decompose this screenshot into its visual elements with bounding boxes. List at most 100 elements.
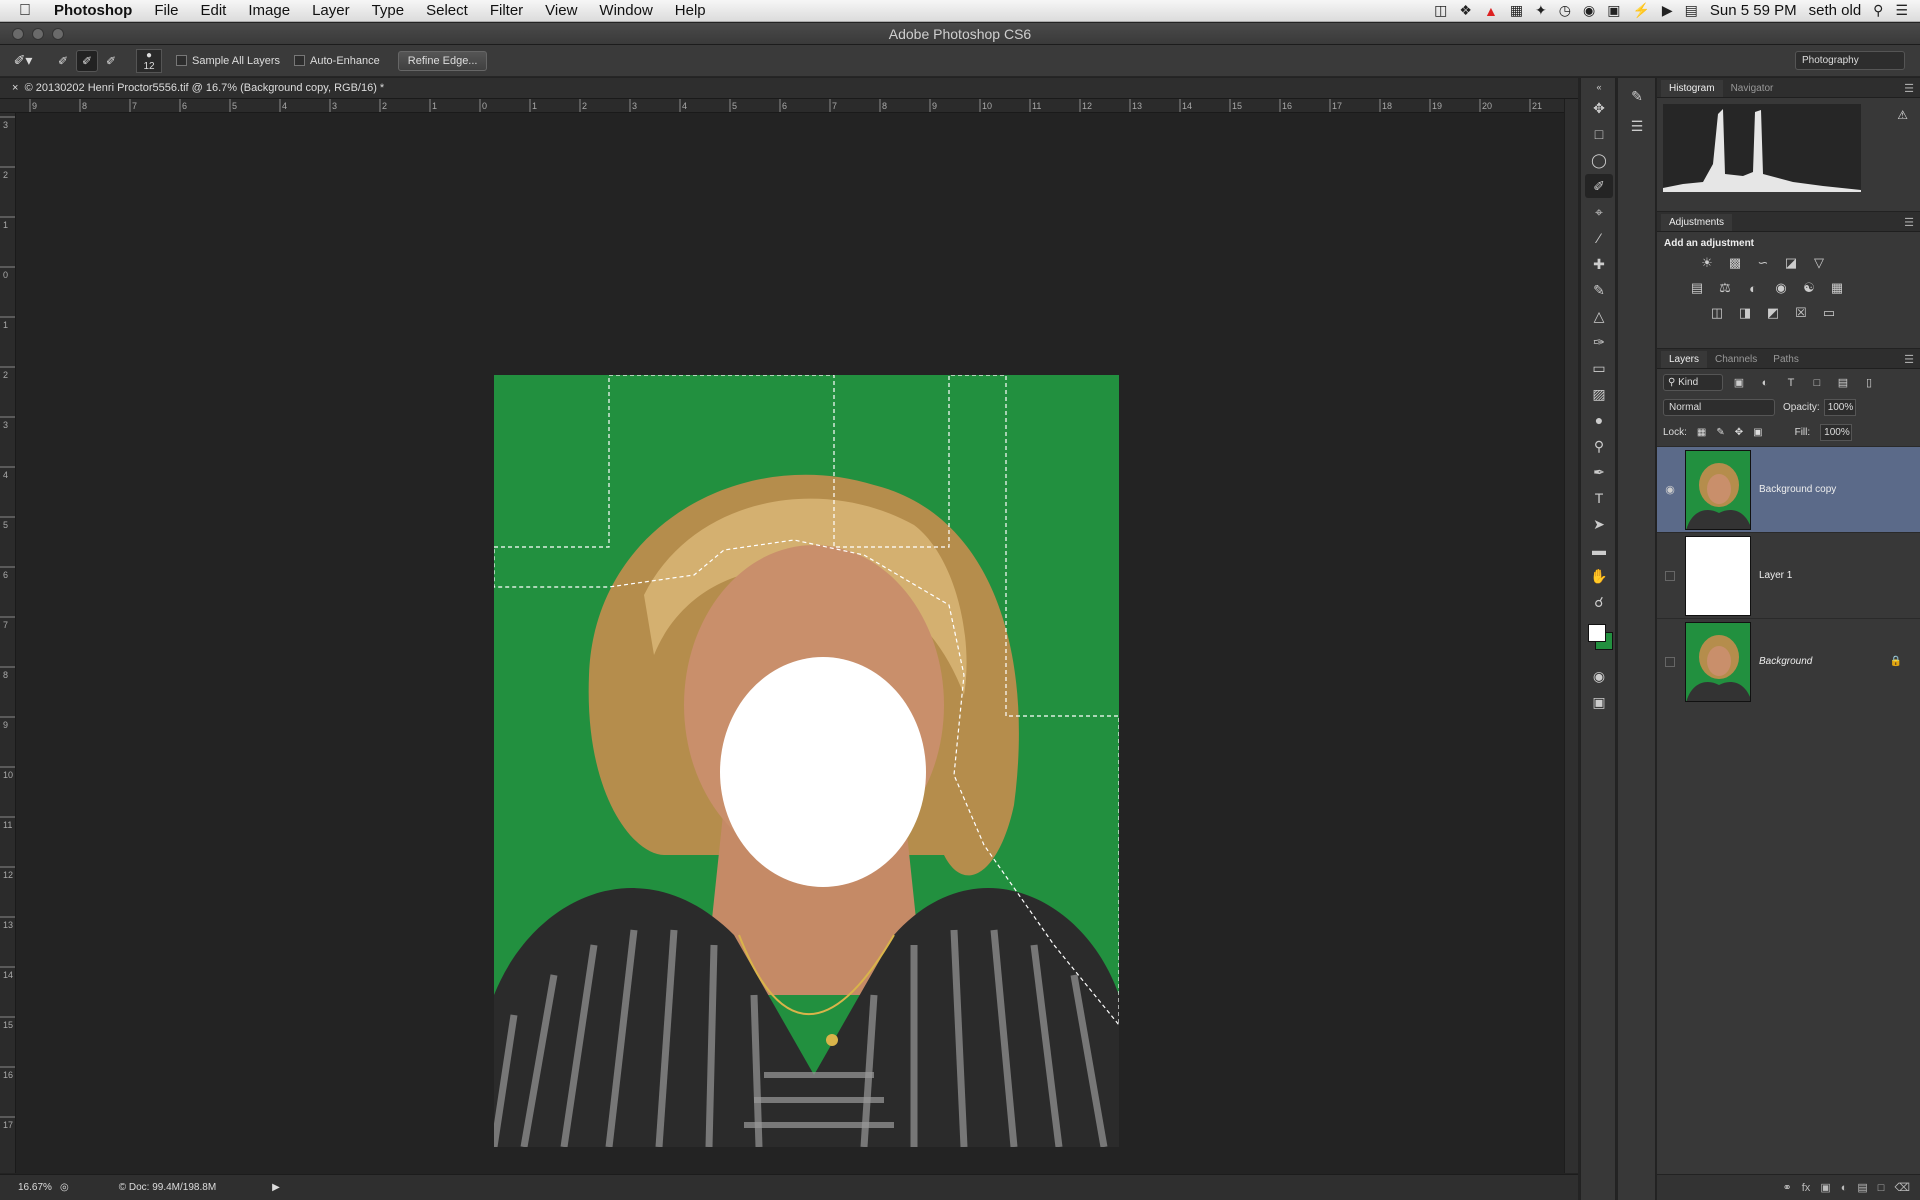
brush-size-picker[interactable]: ● 12 [136, 48, 162, 73]
layer-row-background-copy[interactable]: ◉ Background copy [1657, 446, 1920, 532]
menu-file[interactable]: File [143, 2, 189, 19]
black-white-icon[interactable]: ◐ [1741, 278, 1765, 298]
rectangle-tool-icon[interactable]: ▬ [1585, 538, 1613, 562]
brush-presets-icon[interactable]: ✎ [1623, 84, 1651, 108]
add-to-selection-mode-button[interactable]: ✐ [76, 49, 98, 72]
color-swatches[interactable] [1581, 616, 1617, 662]
menu-window[interactable]: Window [588, 2, 663, 19]
healing-brush-tool-icon[interactable]: ✚ [1585, 252, 1613, 276]
status-menu-arrow-icon[interactable]: ▶ [272, 1176, 280, 1200]
bluetooth-icon[interactable]: ✦ [1535, 2, 1547, 19]
tab-histogram[interactable]: Histogram [1661, 80, 1723, 97]
tab-paths[interactable]: Paths [1765, 351, 1807, 368]
filter-smart-object-icon[interactable]: ▤ [1833, 376, 1853, 389]
screen-capture-icon[interactable]: ◫ [1434, 2, 1447, 19]
quick-mask-icon[interactable]: ◉ [1585, 664, 1613, 688]
eyedropper-tool-icon[interactable]: ⁄ [1585, 226, 1613, 250]
brush-tool-icon[interactable]: ✎ [1585, 278, 1613, 302]
exposure-icon[interactable]: ◪ [1779, 253, 1803, 273]
opacity-input[interactable]: 100% [1823, 399, 1856, 416]
zoom-tool-icon[interactable]: ☌ [1585, 590, 1613, 614]
lasso-tool-icon[interactable]: ◯ [1585, 148, 1613, 172]
new-layer-icon[interactable]: □ [1878, 1182, 1885, 1194]
menubar-user[interactable]: seth old [1809, 2, 1862, 19]
fill-input[interactable]: 100% [1820, 424, 1853, 441]
marquee-tool-icon[interactable]: □ [1585, 122, 1613, 146]
document-image[interactable] [494, 375, 1119, 1147]
tab-navigator[interactable]: Navigator [1723, 80, 1782, 97]
filter-toggle-icon[interactable]: ▯ [1859, 376, 1879, 389]
tool-presets-icon[interactable]: ☰ [1623, 114, 1651, 138]
filter-adjustment-icon[interactable]: ◐ [1755, 377, 1775, 389]
posterize-icon[interactable]: ◨ [1733, 303, 1757, 323]
new-group-icon[interactable]: ▤ [1857, 1181, 1867, 1194]
foreground-color-swatch[interactable] [1588, 624, 1606, 642]
vertical-ruler[interactable]: 32101234567891011121314151617 [0, 113, 16, 1173]
tab-layers[interactable]: Layers [1661, 351, 1708, 368]
quick-selection-tool-icon[interactable]: ✐ [1585, 174, 1613, 198]
selective-color-icon[interactable]: ☒ [1789, 303, 1813, 323]
new-selection-mode-button[interactable]: ✐ [52, 50, 74, 72]
panel-menu-icon[interactable]: ☰ [1904, 82, 1914, 95]
panel-menu-icon[interactable]: ☰ [1904, 216, 1914, 229]
panel-menu-icon[interactable]: ☰ [1904, 353, 1914, 366]
menu-filter[interactable]: Filter [479, 2, 534, 19]
close-tab-icon[interactable]: × [12, 82, 18, 94]
visibility-eye-icon[interactable]: ◉ [1657, 483, 1683, 496]
menu-image[interactable]: Image [237, 2, 301, 19]
color-balance-icon[interactable]: ⚖ [1713, 278, 1737, 298]
layer-name[interactable]: Layer 1 [1759, 570, 1792, 581]
hue-saturation-icon[interactable]: ▤ [1685, 278, 1709, 298]
blend-mode-select[interactable]: Normal [1663, 399, 1775, 416]
menu-edit[interactable]: Edit [190, 2, 238, 19]
window-close-button[interactable] [12, 28, 24, 40]
lock-position-icon[interactable]: ✥ [1735, 427, 1743, 438]
app-tray-icon[interactable]: ▦ [1510, 2, 1523, 19]
clone-stamp-tool-icon[interactable]: △ [1585, 304, 1613, 328]
lock-icon[interactable]: ▣ [1607, 2, 1620, 19]
brightness-contrast-icon[interactable]: ☀ [1695, 253, 1719, 273]
path-selection-tool-icon[interactable]: ➤ [1585, 512, 1613, 536]
layer-name[interactable]: Background copy [1759, 484, 1836, 495]
keyboard-icon[interactable]: ▤ [1685, 2, 1698, 19]
filter-pixel-icon[interactable]: ▣ [1729, 376, 1749, 389]
layer-style-icon[interactable]: fx [1802, 1182, 1811, 1194]
hand-tool-icon[interactable]: ✋ [1585, 564, 1613, 588]
screen-mode-icon[interactable]: ▣ [1585, 690, 1613, 714]
add-mask-icon[interactable]: ▣ [1820, 1181, 1830, 1194]
spotlight-search-icon[interactable]: ⚲ [1873, 2, 1883, 19]
photo-filter-icon[interactable]: ◉ [1769, 278, 1793, 298]
lock-all-icon[interactable]: ▣ [1753, 427, 1762, 438]
crop-tool-icon[interactable]: ⌖ [1585, 200, 1613, 224]
menu-help[interactable]: Help [664, 2, 717, 19]
gradient-map-icon[interactable]: ▭ [1817, 303, 1841, 323]
tab-adjustments[interactable]: Adjustments [1661, 214, 1733, 231]
auto-enhance-checkbox[interactable]: Auto-Enhance [294, 55, 380, 67]
window-minimize-button[interactable] [32, 28, 44, 40]
invert-icon[interactable]: ◫ [1705, 303, 1729, 323]
menu-view[interactable]: View [534, 2, 588, 19]
menu-app-name[interactable]: Photoshop [50, 2, 143, 19]
tab-channels[interactable]: Channels [1707, 351, 1765, 368]
visibility-toggle-box[interactable] [1665, 570, 1675, 581]
color-lookup-icon[interactable]: ▦ [1825, 278, 1849, 298]
apple-icon[interactable]:  [0, 2, 50, 20]
menu-type[interactable]: Type [361, 2, 416, 19]
time-machine-icon[interactable]: ◷ [1559, 2, 1571, 19]
delete-layer-icon[interactable]: ⌫ [1894, 1181, 1910, 1194]
cache-warning-icon[interactable]: ⚠ [1897, 108, 1908, 122]
canvas-area[interactable] [17, 114, 1578, 1172]
vertical-scrollbar[interactable] [1564, 99, 1578, 1173]
eraser-tool-icon[interactable]: ▭ [1585, 356, 1613, 380]
layer-row-layer-1[interactable]: Layer 1 [1657, 532, 1920, 618]
type-tool-icon[interactable]: T [1585, 486, 1613, 510]
lock-pixels-icon[interactable]: ✎ [1716, 427, 1724, 438]
creative-cloud-icon[interactable]: ▲ [1484, 3, 1498, 19]
history-brush-tool-icon[interactable]: ✑ [1585, 330, 1613, 354]
wifi-icon[interactable]: ◉ [1583, 2, 1595, 19]
tools-collapse-icon[interactable]: « [1585, 80, 1613, 94]
layer-row-background[interactable]: Background 🔒 [1657, 618, 1920, 704]
filter-shape-icon[interactable]: □ [1807, 377, 1827, 389]
visibility-toggle-box[interactable] [1665, 656, 1675, 667]
sample-all-layers-checkbox[interactable]: Sample All Layers [176, 55, 280, 67]
